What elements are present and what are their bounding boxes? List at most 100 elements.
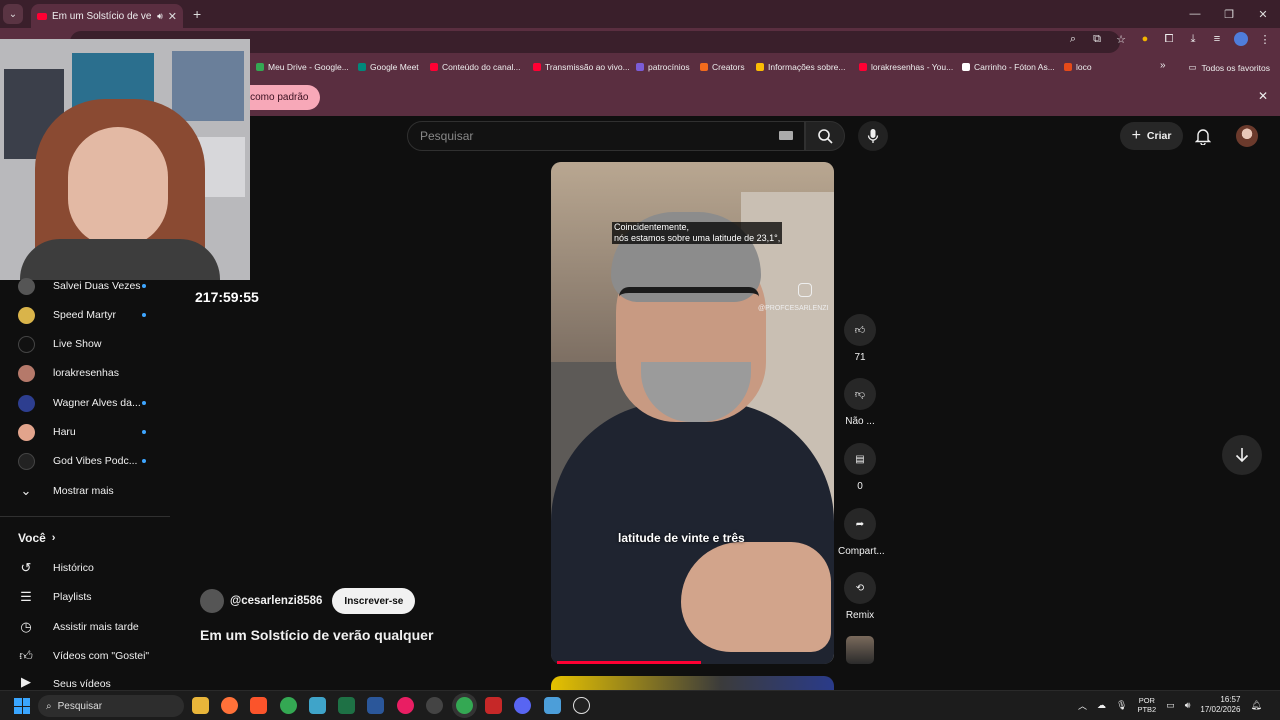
onedrive-icon[interactable]: ☁	[1097, 700, 1106, 711]
sidebar-subscription[interactable]: Salvei Duas Vezes	[0, 272, 170, 300]
download-icon[interactable]: ⤓	[1186, 33, 1200, 46]
app-icon[interactable]	[309, 697, 326, 714]
bookmark-item[interactable]: Informações sobre...	[756, 62, 845, 72]
create-button[interactable]: + Criar	[1120, 122, 1183, 150]
bookmark-item[interactable]: loco	[1064, 62, 1092, 72]
extensions-icon[interactable]: ⧠	[1162, 33, 1176, 46]
show-more-label: Mostrar mais	[53, 485, 114, 497]
new-tab-button[interactable]: +	[193, 6, 201, 22]
like-button[interactable]: 👍︎ 71	[838, 314, 882, 363]
share-button[interactable]: ➦ Compart...	[838, 508, 885, 557]
zoom-icon[interactable]: ⌕	[1066, 33, 1080, 46]
profile-icon[interactable]	[1234, 32, 1248, 46]
speaker-icon[interactable]: 🔊︎	[157, 11, 163, 22]
excel-icon[interactable]	[338, 697, 355, 714]
account-avatar[interactable]	[1236, 125, 1258, 147]
firefox-icon[interactable]	[221, 697, 238, 714]
stream-timer: 217:59:55	[195, 289, 259, 305]
channel-name[interactable]: @cesarlenzi8586	[230, 595, 322, 607]
sidebar-you-header[interactable]: Você ›	[18, 531, 55, 545]
subscribe-button[interactable]: Inscrever-se	[332, 588, 416, 614]
word-icon[interactable]	[367, 697, 384, 714]
video-person-glasses	[619, 287, 759, 327]
channel-avatar	[18, 335, 35, 353]
sidebar-item-playlists[interactable]: ☰ Playlists	[0, 583, 170, 611]
bookmark-label: Creators	[712, 62, 745, 72]
channel-avatar[interactable]	[200, 589, 224, 613]
more-bookmarks-icon[interactable]: »	[1160, 60, 1166, 71]
bookmark-item[interactable]: Carrinho - Fóton As...	[962, 62, 1055, 72]
webcam-overlay	[0, 39, 250, 280]
sidebar-subscription[interactable]: lorakresenhas	[0, 359, 170, 387]
channel-avatar	[18, 394, 35, 412]
media-queue-icon[interactable]: ≡	[1210, 33, 1224, 45]
sound-thumbnail[interactable]	[846, 636, 874, 664]
restore-button[interactable]: ❐	[1212, 0, 1246, 28]
search-icon	[818, 129, 833, 144]
short-title[interactable]: Em um Solstício de verão qualquer	[200, 627, 433, 643]
next-short-preview[interactable]	[551, 676, 834, 690]
browser-tabstrip: ⌄ Em um Solstício de verão q 🔊︎ ✕ + — ❐ …	[0, 0, 1280, 28]
bookmark-item[interactable]: lorakresenhas - You...	[859, 62, 953, 72]
discord-icon[interactable]	[514, 697, 531, 714]
comments-button[interactable]: ▤ 0	[838, 443, 882, 492]
sidebar-item-history[interactable]: ↺ Histórico	[0, 554, 170, 582]
sidebar-subscription[interactable]: Wagner Alves da...	[0, 389, 170, 417]
bookmark-item[interactable]: Creators	[700, 62, 745, 72]
bookmark-star-icon[interactable]: ☆	[1114, 33, 1128, 46]
brave-icon[interactable]	[250, 697, 267, 714]
bookmark-item[interactable]: Google Meet	[358, 62, 419, 72]
bookmark-item[interactable]: Meu Drive - Google...	[256, 62, 349, 72]
chrome-icon[interactable]	[280, 697, 297, 714]
video-progress-bar[interactable]	[557, 661, 702, 664]
infobar-close-icon[interactable]: ✕	[1258, 89, 1268, 103]
all-bookmarks[interactable]: ▭ Todos os favoritos	[1188, 62, 1270, 73]
sidebar-item-label: Assistir mais tarde	[53, 621, 139, 633]
caption-line: Coincidentemente,	[614, 222, 690, 232]
remix-button[interactable]: ⟲ Remix	[838, 572, 882, 621]
bookmark-item[interactable]: patrocínios	[636, 62, 690, 72]
chevron-up-icon[interactable]: ︿	[1078, 699, 1087, 712]
taskbar-search[interactable]: ⌕ Pesquisar	[38, 695, 184, 717]
sidebar-item-your-videos[interactable]: ▶ Seus vídeos	[0, 672, 170, 690]
search-button[interactable]	[805, 121, 845, 151]
app-icon[interactable]	[426, 697, 443, 714]
network-icon[interactable]: ▭	[1166, 700, 1175, 711]
app-icon[interactable]	[485, 697, 502, 714]
sidebar-item-liked-videos[interactable]: 👍︎ Vídeos com "Gostei"	[0, 642, 170, 670]
tab-close-icon[interactable]: ✕	[168, 10, 177, 23]
sidebar-subscription[interactable]: Haru	[0, 418, 170, 446]
dislike-button[interactable]: 👎︎ Não ...	[838, 378, 882, 427]
keyboard-icon[interactable]	[779, 131, 793, 140]
chrome-active-icon[interactable]	[456, 697, 473, 714]
sidebar-subscription[interactable]: Live Show	[0, 330, 170, 358]
play-icon[interactable]	[573, 697, 590, 714]
microphone-icon[interactable]: 🎙︎	[1116, 700, 1127, 711]
file-explorer-icon[interactable]	[192, 697, 209, 714]
extension-colorful-icon[interactable]: ●	[1138, 33, 1152, 45]
system-clock[interactable]: 16:57 17/02/2026	[1200, 695, 1240, 715]
notifications-bell-icon[interactable]	[1195, 127, 1211, 145]
tab-search-button[interactable]: ⌄	[3, 4, 23, 24]
minimize-button[interactable]: —	[1178, 0, 1212, 28]
media-player-icon[interactable]	[397, 697, 414, 714]
volume-icon[interactable]: 🔊︎	[1185, 700, 1191, 711]
sidebar-item-watch-later[interactable]: ◷ Assistir mais tarde	[0, 613, 170, 641]
search-input[interactable]: Pesquisar	[407, 121, 805, 151]
bookmark-item[interactable]: Conteúdo do canal...	[430, 62, 520, 72]
language-indicator[interactable]: POR PTB2	[1137, 696, 1156, 714]
cast-icon[interactable]: ⧉	[1090, 33, 1104, 46]
notification-bell-icon[interactable]: 🔔︎	[1250, 700, 1261, 711]
sidebar-subscription[interactable]: Speed Martyr	[0, 301, 170, 329]
browser-tab[interactable]: Em um Solstício de verão q 🔊︎ ✕	[31, 4, 183, 28]
bookmark-item[interactable]: Transmissão ao vivo...	[533, 62, 630, 72]
sidebar-subscription[interactable]: God Vibes Podc...	[0, 447, 170, 475]
caption-line: nós estamos sobre uma latitude de 23,1°,	[614, 233, 781, 243]
browser-menu-icon[interactable]: ⋮	[1258, 33, 1272, 46]
sidebar-show-more[interactable]: ⌄ Mostrar mais	[0, 477, 170, 505]
voice-search-button[interactable]	[858, 121, 888, 151]
next-short-button[interactable]	[1222, 435, 1262, 475]
app-icon[interactable]	[544, 697, 561, 714]
windows-start-icon[interactable]	[14, 698, 30, 714]
close-window-button[interactable]: ✕	[1246, 0, 1280, 28]
